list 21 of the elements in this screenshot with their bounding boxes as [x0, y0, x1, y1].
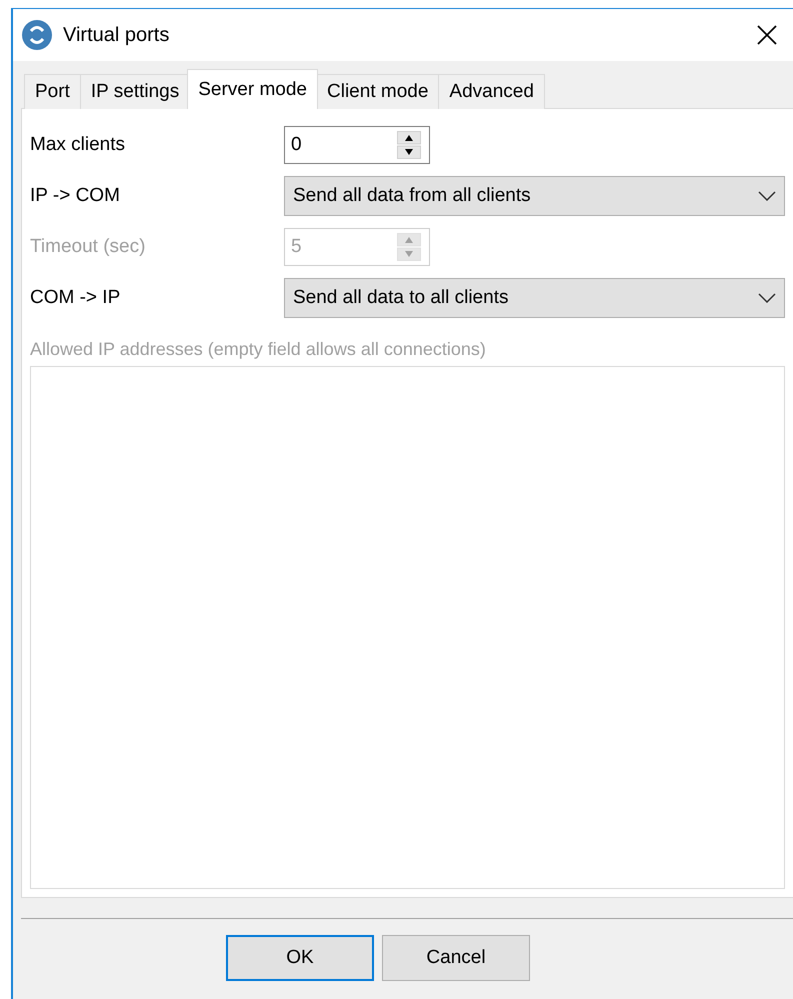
cancel-button[interactable]: Cancel — [382, 935, 530, 981]
spinner-arrows-icon[interactable] — [397, 130, 421, 158]
close-icon — [756, 24, 778, 46]
window-title: Virtual ports — [63, 24, 170, 46]
spin-field[interactable]: 0 — [284, 126, 430, 164]
allowed-ip-label: Allowed IP addresses (empty field allows all connections) — [30, 339, 487, 360]
dropdown[interactable]: Send all data from all clients — [284, 176, 785, 216]
field-label: IP -> COM — [30, 184, 121, 206]
dropdown[interactable]: Send all data to all clients — [284, 278, 785, 318]
field-label: Max clients — [30, 134, 126, 156]
field-label: Timeout (sec) — [30, 236, 146, 258]
tab[interactable]: Port — [24, 74, 81, 109]
field-label: COM -> IP — [30, 286, 122, 308]
chevron-down-icon — [758, 292, 776, 302]
allowed-ip-input[interactable] — [30, 366, 785, 889]
tab[interactable]: Advanced — [438, 74, 545, 109]
chevron-down-icon — [758, 190, 776, 200]
ok-button[interactable]: OK — [226, 935, 374, 981]
tab[interactable]: Server mode — [187, 69, 318, 109]
app-logo-icon — [21, 19, 53, 51]
tab[interactable]: Client mode — [316, 74, 440, 109]
